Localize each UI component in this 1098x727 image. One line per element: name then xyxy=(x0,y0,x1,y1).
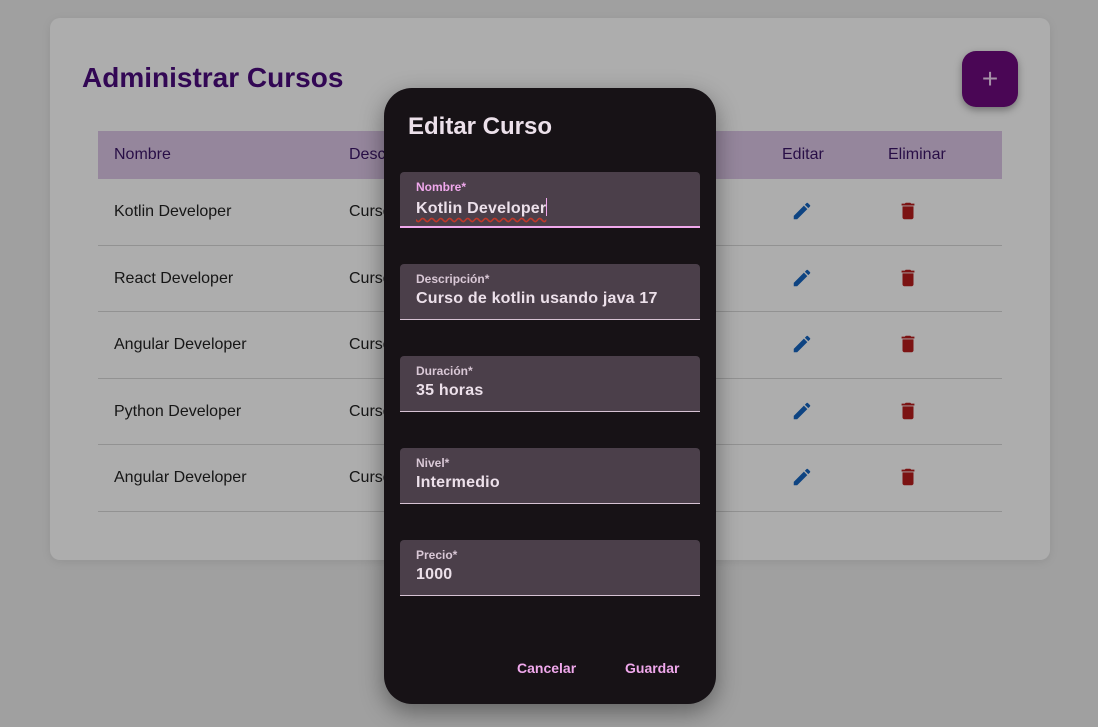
field-label: Duración* xyxy=(416,364,473,378)
duracion-field[interactable]: Duración* 35 horas xyxy=(400,356,700,412)
edit-course-dialog: Editar Curso Nombre* Kotlin Developer De… xyxy=(384,88,716,704)
cancel-button[interactable]: Cancelar xyxy=(501,651,592,685)
text-caret xyxy=(546,198,548,216)
field-label: Precio* xyxy=(416,548,458,562)
nombre-field[interactable]: Nombre* Kotlin Developer xyxy=(400,172,700,228)
dialog-title: Editar Curso xyxy=(408,113,553,140)
field-value[interactable]: 35 horas xyxy=(416,382,483,400)
field-value[interactable]: Curso de kotlin usando java 17 xyxy=(416,290,658,308)
field-label: Nivel* xyxy=(416,456,450,470)
nivel-field[interactable]: Nivel* Intermedio xyxy=(400,448,700,504)
field-label: Descripción* xyxy=(416,272,490,286)
field-label: Nombre* xyxy=(416,180,467,194)
save-button[interactable]: Guardar xyxy=(609,651,695,685)
precio-field[interactable]: Precio* 1000 xyxy=(400,540,700,596)
field-value[interactable]: Kotlin Developer xyxy=(416,198,548,218)
field-value[interactable]: Intermedio xyxy=(416,474,500,492)
descripcion-field[interactable]: Descripción* Curso de kotlin usando java… xyxy=(400,264,700,320)
field-value[interactable]: 1000 xyxy=(416,566,452,584)
